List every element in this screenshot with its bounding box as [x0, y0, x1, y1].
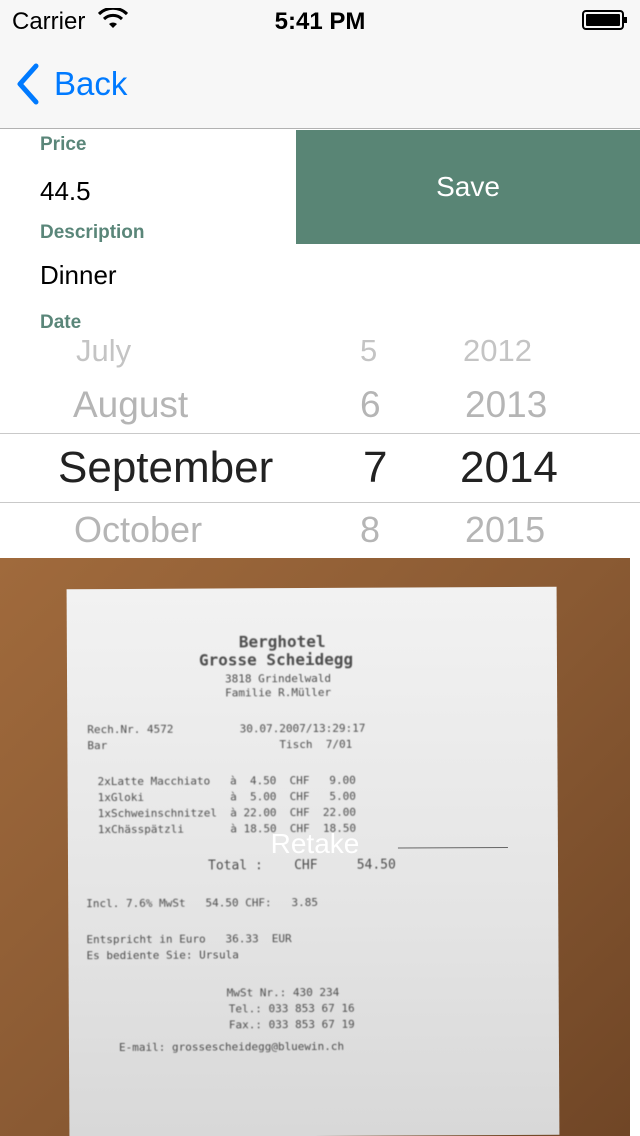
- picker-year[interactable]: 2015: [465, 502, 545, 558]
- retake-button[interactable]: Retake: [0, 828, 630, 860]
- description-field[interactable]: Dinner: [40, 260, 117, 291]
- back-button[interactable]: Back: [14, 62, 127, 106]
- picker-day[interactable]: 6: [360, 377, 381, 433]
- receipt-line: Rech.Nr. 4572 30.07.2007/13:29:17: [87, 721, 366, 737]
- receipt-line: Berghotel: [238, 631, 326, 652]
- receipt-line: Entspricht in Euro 36.33 EUR: [86, 932, 292, 947]
- receipt-line: Grosse Scheidegg: [198, 649, 354, 670]
- receipt-line: Fax.: 033 853 67 19: [228, 1017, 355, 1032]
- receipt-line: Es bediente Sie: Ursula: [86, 948, 239, 963]
- date-label: Date: [40, 312, 82, 333]
- date-picker[interactable]: July 5 2012 August 6 2013 September 7 20…: [0, 334, 640, 558]
- picker-day-selected[interactable]: 7: [363, 440, 387, 496]
- picker-row[interactable]: October 8 2015: [0, 502, 640, 558]
- picker-day[interactable]: 8: [360, 502, 380, 558]
- receipt-photo[interactable]: Berghotel Grosse Scheidegg 3818 Grindelw…: [0, 558, 630, 1136]
- receipt-line: E-mail: grossescheidegg@bluewin.ch: [118, 1039, 345, 1055]
- receipt-paper: Berghotel Grosse Scheidegg 3818 Grindelw…: [66, 586, 560, 1136]
- receipt-line: MwSt Nr.: 430 234: [226, 985, 340, 1000]
- picker-day[interactable]: 5: [360, 334, 377, 379]
- picker-year[interactable]: 2013: [465, 377, 547, 433]
- picker-year-selected[interactable]: 2014: [460, 440, 558, 496]
- receipt-line: 3818 Grindelwald: [225, 671, 332, 686]
- picker-year[interactable]: 2012: [463, 334, 532, 379]
- picker-month[interactable]: October: [74, 502, 202, 558]
- receipt-line: Familie R.Müller: [225, 685, 332, 700]
- picker-row-selected[interactable]: September 7 2014: [0, 440, 640, 496]
- back-button-label: Back: [54, 65, 128, 102]
- receipt-line: 1xSchweinschnitzel à 22.00 CHF 22.00: [97, 805, 357, 821]
- navigation-bar: Back: [0, 40, 640, 129]
- save-button-label: Save: [436, 171, 500, 202]
- picker-month[interactable]: July: [76, 334, 131, 379]
- receipt-line: 1xGloki à 5.00 CHF 5.00: [97, 789, 356, 805]
- receipt-line: Bar Tisch 7/01: [87, 737, 353, 753]
- status-time: 5:41 PM: [274, 8, 366, 35]
- price-field[interactable]: 44.5: [40, 176, 91, 207]
- price-label: Price: [40, 134, 87, 155]
- save-button[interactable]: Save: [296, 130, 640, 244]
- description-label: Description: [40, 222, 145, 243]
- chevron-left-icon: [17, 63, 39, 105]
- picker-month-selected[interactable]: September: [58, 440, 273, 496]
- picker-row[interactable]: August 6 2013: [0, 377, 640, 433]
- receipt-line: 2xLatte Macchiato à 4.50 CHF 9.00: [97, 773, 356, 789]
- receipt-line: Tel.: 033 853 67 16: [228, 1001, 355, 1016]
- picker-row[interactable]: July 5 2012: [0, 334, 640, 379]
- battery-icon: [582, 10, 627, 30]
- status-bar: Carrier 5:41 PM: [0, 0, 640, 40]
- picker-month[interactable]: August: [73, 377, 188, 433]
- receipt-line: Incl. 7.6% MwSt 54.50 CHF: 3.85: [86, 895, 319, 911]
